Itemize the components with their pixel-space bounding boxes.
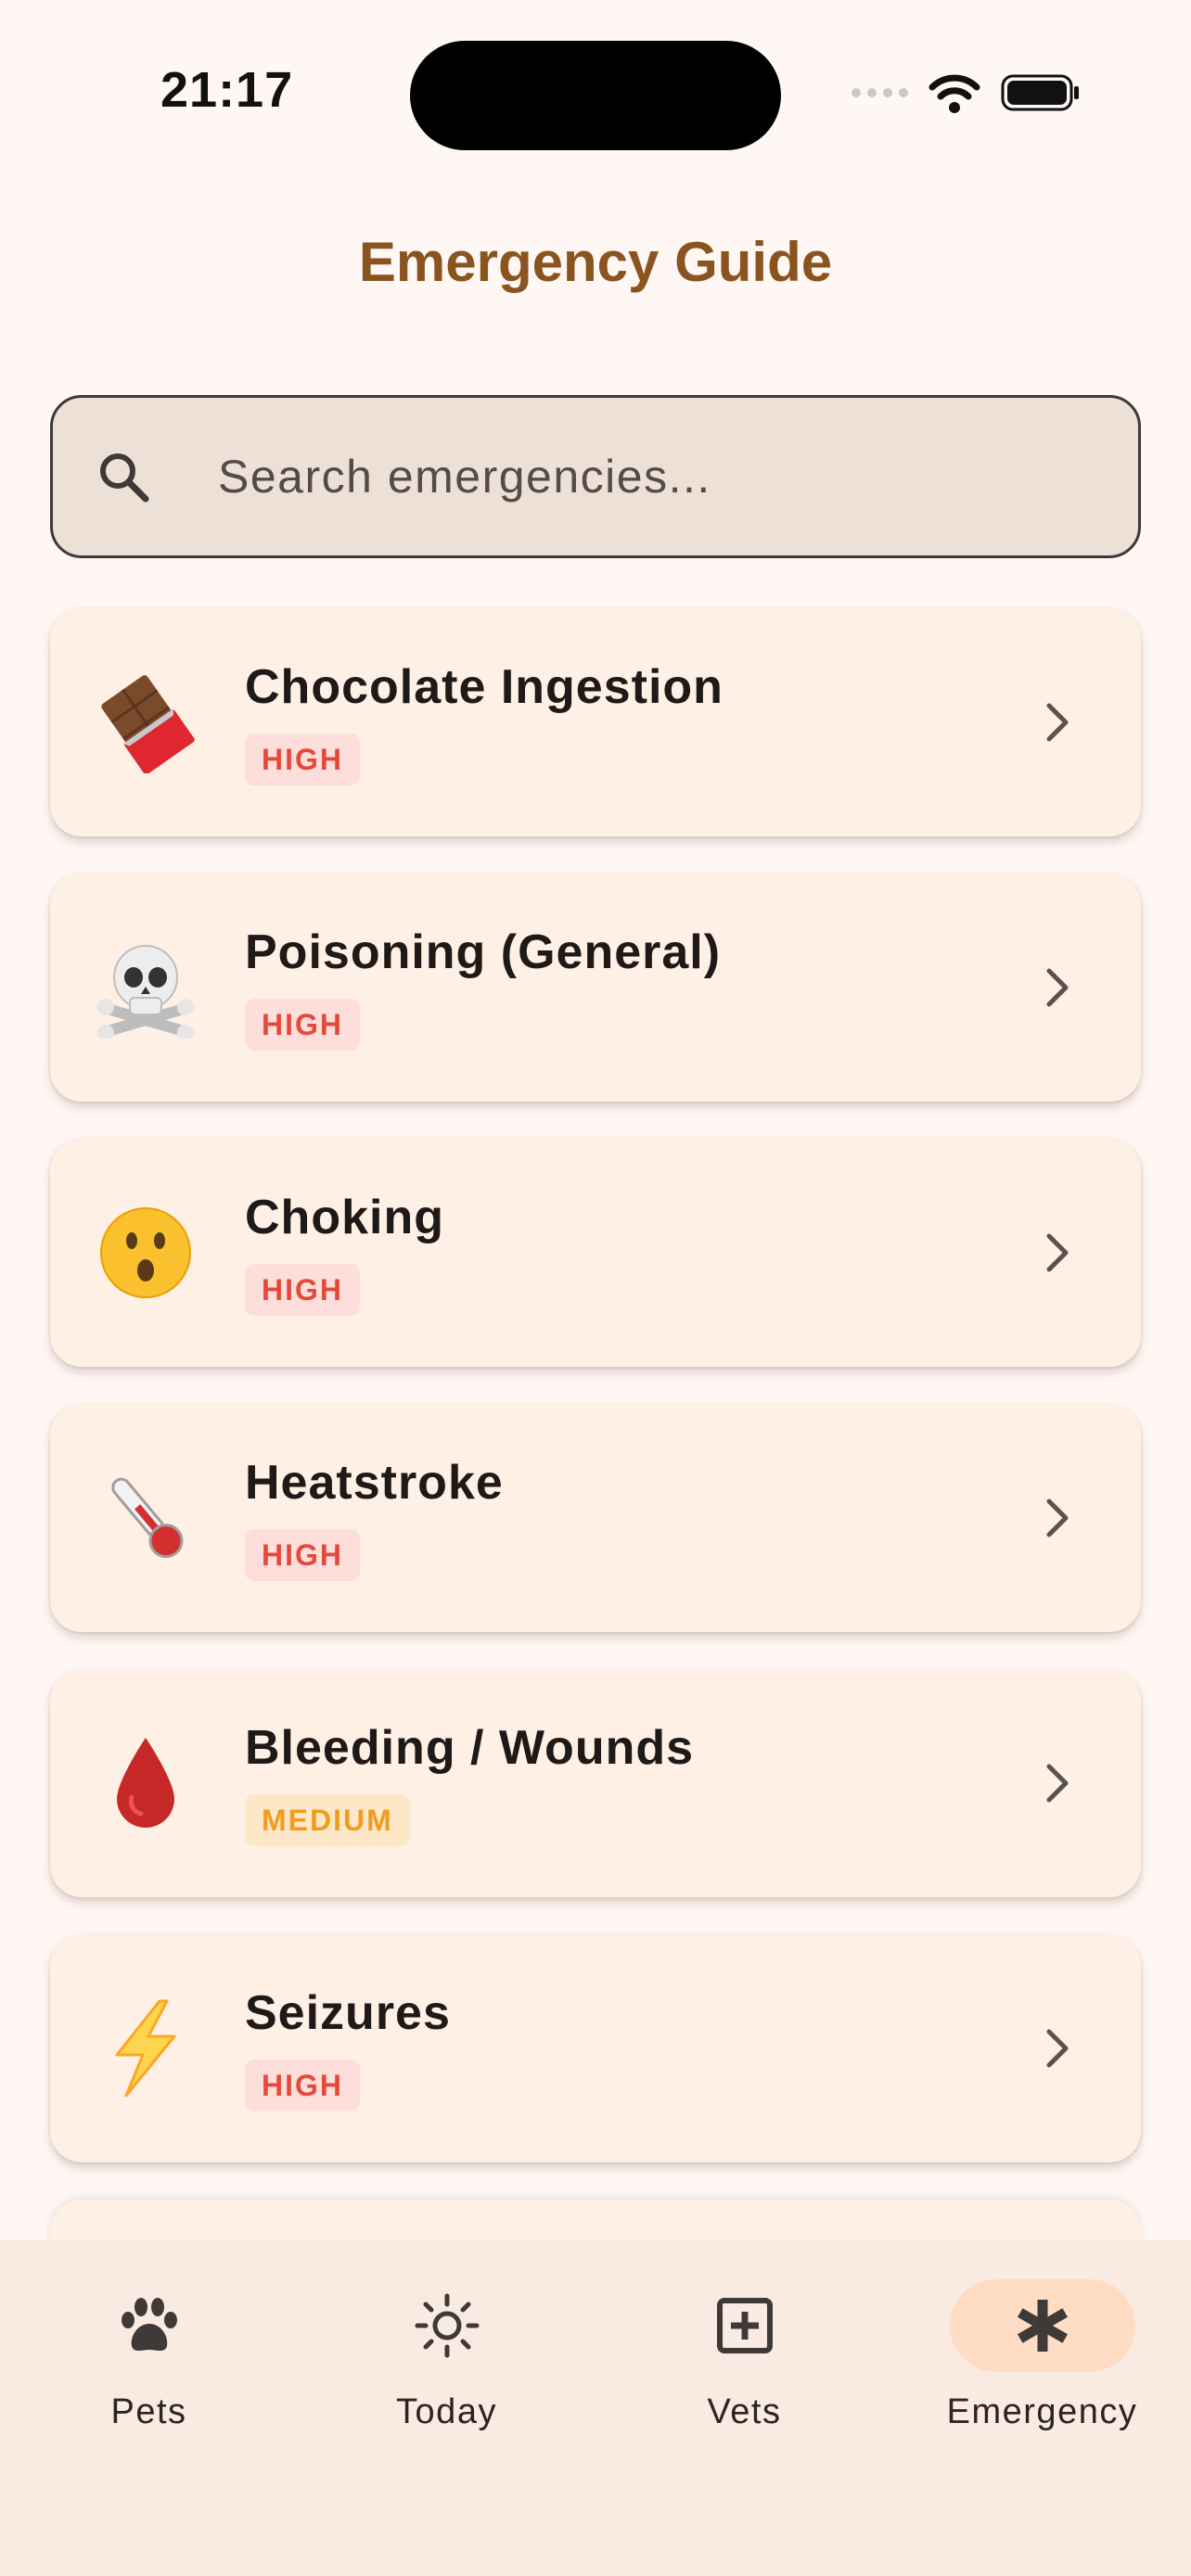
emergency-card-seizures[interactable]: Seizures HIGH <box>50 1934 1141 2162</box>
nav-item-emergency[interactable]: Emergency <box>893 2240 1191 2576</box>
lightning-bolt-icon <box>95 1997 197 2099</box>
medical-cross-icon <box>716 2298 773 2353</box>
emergency-title: Chocolate Ingestion <box>245 660 724 714</box>
chevron-right-icon <box>1046 1233 1069 1272</box>
severity-badge: HIGH <box>245 733 360 785</box>
emergency-card-heatstroke[interactable]: Heatstroke HIGH <box>50 1404 1141 1632</box>
emergency-card-poisoning-general[interactable]: Poisoning (General) HIGH <box>50 874 1141 1102</box>
blood-drop-icon <box>95 1732 197 1834</box>
bottom-navigation: Pets Today Vets Emergency <box>0 2240 1191 2576</box>
severity-badge: MEDIUM <box>245 1794 410 1846</box>
nav-label: Today <box>396 2392 497 2431</box>
emergency-title: Heatstroke <box>245 1456 504 1510</box>
skull-crossbones-icon <box>95 937 197 1039</box>
emergency-card-bleeding-wounds[interactable]: Bleeding / Wounds MEDIUM <box>50 1669 1141 1897</box>
nav-item-vets[interactable]: Vets <box>596 2240 893 2576</box>
nav-label: Pets <box>110 2392 187 2431</box>
dynamic-island <box>410 41 781 150</box>
nav-label: Vets <box>707 2392 782 2431</box>
paw-icon <box>121 2298 177 2351</box>
chevron-right-icon <box>1046 968 1069 1007</box>
nav-label: Emergency <box>946 2392 1138 2431</box>
nav-item-pets[interactable]: Pets <box>0 2240 298 2576</box>
asterisk-icon <box>1017 2300 1068 2352</box>
emergency-guide-screen: 21:17 Emergency Guide Search emergencies… <box>0 0 1191 2576</box>
emergency-title: Seizures <box>245 1986 451 2040</box>
severity-badge: HIGH <box>245 1264 360 1316</box>
battery-icon <box>1001 74 1079 111</box>
sun-icon <box>415 2293 479 2358</box>
emergency-title: Bleeding / Wounds <box>245 1721 695 1775</box>
chevron-right-icon <box>1046 703 1069 742</box>
chevron-right-icon <box>1046 2029 1069 2068</box>
thermometer-icon <box>95 1467 197 1569</box>
status-time: 21:17 <box>160 62 294 118</box>
severity-badge: HIGH <box>245 2060 360 2111</box>
emergency-card-chocolate-ingestion[interactable]: Chocolate Ingestion HIGH <box>50 608 1141 836</box>
search-icon <box>100 453 149 503</box>
chevron-right-icon <box>1046 1764 1069 1803</box>
chevron-right-icon <box>1046 1498 1069 1537</box>
severity-badge: HIGH <box>245 1529 360 1581</box>
emergency-card-choking[interactable]: Choking HIGH <box>50 1139 1141 1367</box>
status-icons <box>852 72 1081 113</box>
chocolate-bar-icon <box>95 671 197 773</box>
emergency-title: Poisoning (General) <box>245 925 722 979</box>
surprised-face-icon <box>95 1202 197 1304</box>
wifi-icon <box>928 74 980 113</box>
nav-item-today[interactable]: Today <box>298 2240 596 2576</box>
emergency-title: Choking <box>245 1191 444 1244</box>
page-title: Emergency Guide <box>358 231 833 293</box>
cellular-signal-icon <box>852 88 908 97</box>
search-input[interactable] <box>218 450 1138 504</box>
emergency-list: Chocolate Ingestion HIGH Poisoning (Gene… <box>50 608 1141 2200</box>
search-box[interactable] <box>50 395 1141 558</box>
severity-badge: HIGH <box>245 999 360 1051</box>
